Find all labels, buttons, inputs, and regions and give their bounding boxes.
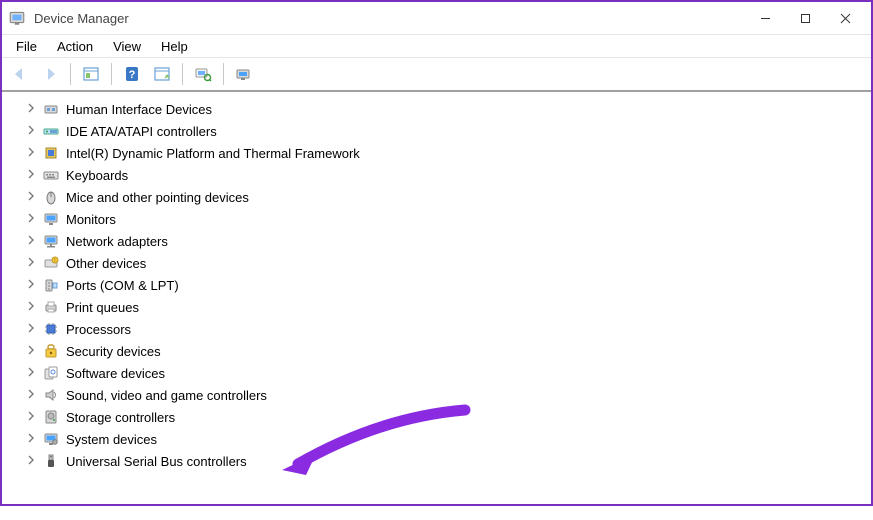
expand-chevron-icon[interactable] xyxy=(26,257,38,269)
nav-forward-button[interactable] xyxy=(36,61,64,87)
window-title: Device Manager xyxy=(34,11,129,26)
device-category-network[interactable]: Network adapters xyxy=(2,230,871,252)
device-category-system[interactable]: System devices xyxy=(2,428,871,450)
toolbar-separator xyxy=(70,63,71,85)
menu-view[interactable]: View xyxy=(103,37,151,56)
device-category-label: Software devices xyxy=(66,365,165,381)
close-button[interactable] xyxy=(825,4,865,32)
port-icon xyxy=(42,276,60,294)
software-icon xyxy=(42,364,60,382)
device-category-label: Ports (COM & LPT) xyxy=(66,277,179,293)
hid-icon xyxy=(42,100,60,118)
scan-hardware-button[interactable] xyxy=(189,61,217,87)
device-category-label: IDE ATA/ATAPI controllers xyxy=(66,123,217,139)
expand-chevron-icon[interactable] xyxy=(26,103,38,115)
system-icon xyxy=(42,430,60,448)
device-category-label: Print queues xyxy=(66,299,139,315)
properties-button[interactable] xyxy=(148,61,176,87)
mouse-icon xyxy=(42,188,60,206)
device-category-label: Sound, video and game controllers xyxy=(66,387,267,403)
svg-text:?: ? xyxy=(129,69,136,81)
network-icon xyxy=(42,232,60,250)
expand-chevron-icon[interactable] xyxy=(26,147,38,159)
device-category-usb[interactable]: Universal Serial Bus controllers xyxy=(2,450,871,472)
device-category-cpu[interactable]: Processors xyxy=(2,318,871,340)
device-category-hid[interactable]: Human Interface Devices xyxy=(2,98,871,120)
device-category-label: Keyboards xyxy=(66,167,128,183)
show-hide-tree-button[interactable] xyxy=(77,61,105,87)
device-category-label: Intel(R) Dynamic Platform and Thermal Fr… xyxy=(66,145,360,161)
device-category-storage[interactable]: Storage controllers xyxy=(2,406,871,428)
device-category-other[interactable]: ! Other devices xyxy=(2,252,871,274)
expand-chevron-icon[interactable] xyxy=(26,125,38,137)
device-category-label: Security devices xyxy=(66,343,161,359)
nav-back-button[interactable] xyxy=(6,61,34,87)
expand-chevron-icon[interactable] xyxy=(26,389,38,401)
expand-chevron-icon[interactable] xyxy=(26,301,38,313)
toolbar-separator xyxy=(111,63,112,85)
keyboard-icon xyxy=(42,166,60,184)
device-category-label: Monitors xyxy=(66,211,116,227)
cpu-icon xyxy=(42,320,60,338)
expand-chevron-icon[interactable] xyxy=(26,345,38,357)
monitor-icon xyxy=(42,210,60,228)
expand-chevron-icon[interactable] xyxy=(26,279,38,291)
device-category-ide[interactable]: IDE ATA/ATAPI controllers xyxy=(2,120,871,142)
device-category-label: Network adapters xyxy=(66,233,168,249)
device-category-printer[interactable]: Print queues xyxy=(2,296,871,318)
device-category-label: Other devices xyxy=(66,255,146,271)
device-category-mouse[interactable]: Mice and other pointing devices xyxy=(2,186,871,208)
device-category-software[interactable]: Software devices xyxy=(2,362,871,384)
expand-chevron-icon[interactable] xyxy=(26,411,38,423)
expand-chevron-icon[interactable] xyxy=(26,367,38,379)
menu-file[interactable]: File xyxy=(6,37,47,56)
device-category-keyboard[interactable]: Keyboards xyxy=(2,164,871,186)
usb-icon xyxy=(42,452,60,470)
security-icon xyxy=(42,342,60,360)
expand-chevron-icon[interactable] xyxy=(26,235,38,247)
svg-text:!: ! xyxy=(54,258,55,264)
menu-help[interactable]: Help xyxy=(151,37,198,56)
menu-bar: File Action View Help xyxy=(2,35,871,58)
device-tree[interactable]: Human Interface Devices IDE ATA/ATAPI co… xyxy=(2,92,871,520)
toolbar-separator xyxy=(223,63,224,85)
sound-icon xyxy=(42,386,60,404)
device-category-label: Mice and other pointing devices xyxy=(66,189,249,205)
app-icon xyxy=(8,9,26,27)
help-button[interactable]: ? xyxy=(118,61,146,87)
device-category-label: Processors xyxy=(66,321,131,337)
device-category-port[interactable]: Ports (COM & LPT) xyxy=(2,274,871,296)
device-category-sound[interactable]: Sound, video and game controllers xyxy=(2,384,871,406)
device-category-monitor[interactable]: Monitors xyxy=(2,208,871,230)
title-bar: Device Manager xyxy=(2,2,871,35)
expand-chevron-icon[interactable] xyxy=(26,433,38,445)
minimize-button[interactable] xyxy=(745,4,785,32)
add-legacy-hardware-button[interactable] xyxy=(230,61,258,87)
ide-icon xyxy=(42,122,60,140)
expand-chevron-icon[interactable] xyxy=(26,213,38,225)
device-category-security[interactable]: Security devices xyxy=(2,340,871,362)
chipset-icon xyxy=(42,144,60,162)
printer-icon xyxy=(42,298,60,316)
device-category-label: System devices xyxy=(66,431,157,447)
maximize-button[interactable] xyxy=(785,4,825,32)
expand-chevron-icon[interactable] xyxy=(26,323,38,335)
menu-action[interactable]: Action xyxy=(47,37,103,56)
storage-icon xyxy=(42,408,60,426)
device-category-label: Universal Serial Bus controllers xyxy=(66,453,247,469)
device-category-label: Storage controllers xyxy=(66,409,175,425)
toolbar: ? xyxy=(2,58,871,92)
other-icon: ! xyxy=(42,254,60,272)
toolbar-separator xyxy=(182,63,183,85)
expand-chevron-icon[interactable] xyxy=(26,455,38,467)
device-category-label: Human Interface Devices xyxy=(66,101,212,117)
expand-chevron-icon[interactable] xyxy=(26,191,38,203)
device-category-chipset[interactable]: Intel(R) Dynamic Platform and Thermal Fr… xyxy=(2,142,871,164)
expand-chevron-icon[interactable] xyxy=(26,169,38,181)
